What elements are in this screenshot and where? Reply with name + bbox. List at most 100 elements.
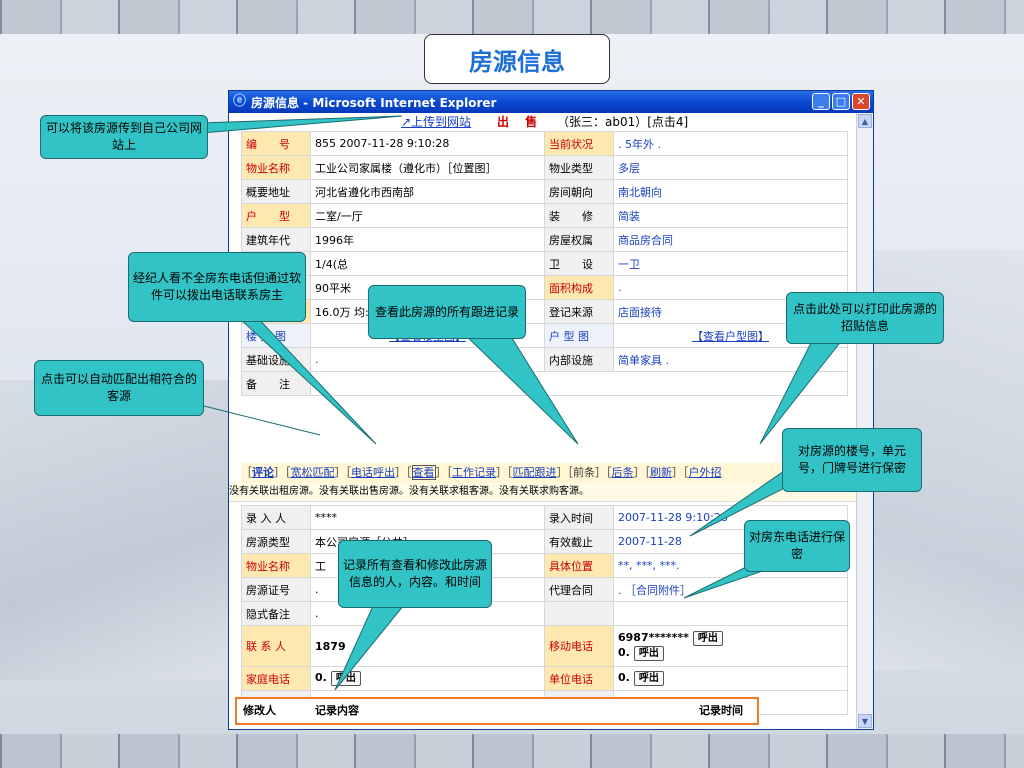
section1-label: 物业类型	[544, 155, 614, 180]
window-titlebar[interactable]: ⓔ 房源信息 - Microsoft Internet Explorer _ □…	[229, 91, 873, 113]
prev-link[interactable]: 前条	[573, 466, 595, 479]
inner-facility-label: 内部设施	[544, 347, 614, 372]
callout-follow: 查看此房源的所有跟进记录	[368, 285, 526, 339]
upload-to-website-link[interactable]: ↗上传到网站	[401, 113, 471, 131]
section1-row: 建筑年代 1996年 房屋权属 商品房合同	[241, 227, 848, 252]
remark-row: 备 注.	[241, 371, 848, 396]
section1-row: 价 格16.0万 均:1,778登记来源店面接待	[241, 299, 848, 324]
call-button[interactable]: 呼出	[633, 646, 664, 661]
call-button[interactable]: 呼出	[692, 631, 723, 646]
section1-label: 编 号	[241, 131, 311, 156]
command-bar: ［评论］［宽松匹配］［电话呼出］［查看］［工作记录］［匹配跟进］［前条］［后条］…	[241, 463, 857, 483]
section1-label: 户 型	[241, 203, 311, 228]
mobile-value-2: 0.	[618, 646, 630, 659]
basic-facility-value: .	[310, 347, 545, 372]
section1-value: . 5年外 .	[613, 131, 848, 156]
facility-row: 基础设施. 内部设施 简单家具 .	[241, 347, 848, 372]
scroll-up-icon[interactable]: ▲	[858, 114, 872, 128]
section1-label: 登记来源	[544, 299, 614, 324]
phone-call-link[interactable]: 电话呼出	[351, 466, 395, 479]
section1-value: 河北省遵化市西南部	[310, 179, 545, 204]
ie-window: ⓔ 房源信息 - Microsoft Internet Explorer _ □…	[228, 90, 874, 730]
remark-value: .	[310, 371, 848, 396]
section1-value: 1/4(总	[310, 251, 545, 276]
contact-value-text: 0.	[618, 671, 630, 684]
contact-label: 单位电话	[544, 666, 614, 691]
ie-icon: ⓔ	[233, 94, 247, 109]
record-log-header: 修改人 记录内容 记录时间	[235, 697, 759, 725]
contact-value: 0. 呼出	[310, 666, 545, 691]
content-label: 记录内容	[315, 704, 359, 717]
remark-label: 备 注	[241, 371, 311, 396]
section1-row: 物业名称 工业公司家属楼（遵化市）［位置图］ 物业类型 多层	[241, 155, 848, 180]
section2-label: 物业名称	[241, 553, 311, 578]
contact-label: 家庭电话	[241, 666, 311, 691]
minimize-button[interactable]: _	[812, 93, 830, 110]
section1-label: 物业名称	[241, 155, 311, 180]
inner-facility-value: 简单家具 .	[613, 347, 848, 372]
scroll-down-icon[interactable]: ▼	[858, 714, 872, 728]
callout-phone: 经纪人看不全房东电话但通过软件可以拨出电话联系房主	[128, 252, 306, 322]
loose-match-link[interactable]: 宽松匹配	[291, 466, 335, 479]
section1-label: 建筑年代	[241, 227, 311, 252]
section2-value: ****	[310, 505, 545, 530]
section2-label: 具体位置	[544, 553, 614, 578]
outdoor-print-link[interactable]: 户外招	[689, 466, 722, 479]
section1-label: 面积构成	[544, 275, 614, 300]
contact-value: 6987******* 呼出 0. 呼出	[613, 625, 848, 667]
section1-value: 多层	[613, 155, 848, 180]
contact-label: 联 系 人	[241, 625, 311, 667]
sale-tag: 出 售	[497, 115, 544, 129]
view-link[interactable]: 查看	[411, 465, 436, 480]
section1-value: 简装	[613, 203, 848, 228]
unit-plan-label: 户 型 图	[544, 323, 614, 348]
close-button[interactable]: ✕	[852, 93, 870, 110]
maximize-button[interactable]: □	[832, 93, 850, 110]
section2-label: 代理合同	[544, 577, 614, 602]
refresh-link[interactable]: 刷新	[650, 466, 672, 479]
contact-label: 移动电话	[544, 625, 614, 667]
callout-address: 对房源的楼号，单元号，门牌号进行保密	[782, 428, 922, 492]
call-button[interactable]: 呼出	[330, 671, 361, 686]
property-info-table: 编 号 855 2007-11-28 9:10:28 当前状况. 5年外 . 物业名称…	[241, 131, 848, 396]
decorative-wall-top	[0, 0, 1024, 34]
section1-value: 855 2007-11-28 9:10:28	[310, 131, 545, 156]
section2-label: 录入时间	[544, 505, 614, 530]
callout-log: 记录所有查看和修改此房源信息的人，内容。和时间	[338, 540, 492, 608]
background-decoration-left	[0, 380, 230, 680]
slide-title: 房源信息	[424, 34, 610, 84]
section2-row: 房源证号. 代理合同. ［合同附件］	[241, 577, 848, 602]
section1-label: 房屋权属	[544, 227, 614, 252]
section2-label: 录 入 人	[241, 505, 311, 530]
section1-value: 南北朝向	[613, 179, 848, 204]
header-row: ↗上传到网站 出 售 （张三：ab01）[点击4]	[229, 113, 857, 131]
relation-notice: 没有关联出租房源。没有关联出售房源。没有关联求租客源。没有关联求购客源。	[229, 483, 857, 502]
contact-row: 联 系 人 1879 移动电话 6987******* 呼出 0. 呼出	[241, 625, 848, 667]
section2-label: 房源类型	[241, 529, 311, 554]
agent-info: （张三：ab01）[点击4]	[557, 115, 689, 129]
decorative-wall-bottom	[0, 734, 1024, 768]
review-link[interactable]: 评论	[252, 466, 274, 479]
section1-label: 当前状况	[544, 131, 614, 156]
section2-value: . ［合同附件］	[613, 577, 848, 602]
section1-row: 楼 层1/4(总卫 设一卫	[241, 251, 848, 276]
section1-value: 二室/一厅	[310, 203, 545, 228]
scrollbar[interactable]: ▲ ▼	[856, 113, 873, 729]
page-content: ↗上传到网站 出 售 （张三：ab01）[点击4] 编 号 855 2007-11…	[229, 113, 857, 729]
model-label: 楼 型 图	[241, 323, 311, 348]
next-link[interactable]: 后条	[612, 466, 634, 479]
section1-row: 面 积90平米面积构成.	[241, 275, 848, 300]
section2-label: 房源证号	[241, 577, 311, 602]
section1-label: 房间朝向	[544, 179, 614, 204]
work-record-link[interactable]: 工作记录	[452, 466, 496, 479]
match-follow-link[interactable]: 匹配跟进	[513, 466, 557, 479]
modifier-label: 修改人	[243, 704, 276, 717]
section1-label: 概要地址	[241, 179, 311, 204]
contact-value-text: 1879	[315, 639, 346, 653]
window-title: 房源信息 - Microsoft Internet Explorer	[251, 95, 497, 110]
section1-row: 编 号 855 2007-11-28 9:10:28 当前状况. 5年外 .	[241, 131, 848, 156]
call-button[interactable]: 呼出	[633, 671, 664, 686]
callout-match: 点击可以自动匹配出相符合的客源	[34, 360, 204, 416]
callout-print: 点击此处可以打印此房源的招贴信息	[786, 292, 944, 344]
section1-value: 一卫	[613, 251, 848, 276]
